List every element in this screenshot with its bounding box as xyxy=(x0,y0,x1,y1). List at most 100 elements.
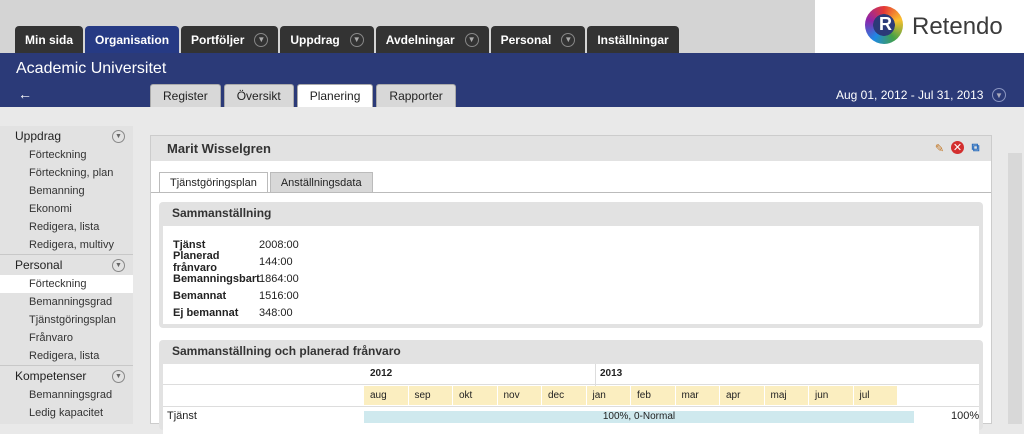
panel-header: Marit Wisselgren ✎ ✕ ⧉ xyxy=(151,136,991,161)
summary-row: Tjänst 2008:00 xyxy=(163,236,979,253)
nav-tab-label: Inställningar xyxy=(597,32,669,47)
summary-label: Bemannat xyxy=(173,289,227,302)
sidebar-item[interactable]: Bemanning xyxy=(0,182,133,200)
timeline-title: Sammanställning och planerad frånvaro xyxy=(172,344,401,358)
sidebar-item[interactable]: Förteckning xyxy=(0,275,133,293)
top-navigation: Min sida Organisation Portföljer ▼ Uppdrag ▼ A… xyxy=(0,0,1024,53)
summary-label: Planerad frånvaro xyxy=(173,249,220,274)
timeline-box: Sammanställning och planerad frånvaro 20… xyxy=(159,340,983,434)
sub-tab[interactable]: Register xyxy=(150,84,221,107)
sidebar-item[interactable]: Förteckning, plan xyxy=(0,164,133,182)
chevron-down-icon[interactable]: ▼ xyxy=(112,369,125,383)
date-range-chevron-icon[interactable]: ▼ xyxy=(992,88,1006,102)
chevron-down-icon[interactable]: ▼ xyxy=(254,32,269,47)
month-cell: jun xyxy=(809,386,854,405)
month-cell: okt xyxy=(453,386,498,405)
month-cell: aug xyxy=(364,386,409,405)
panel-tab[interactable]: Tjänstgöringsplan xyxy=(159,172,268,192)
logo-text: Retendo xyxy=(912,13,1003,40)
chevron-down-icon[interactable]: ▼ xyxy=(349,32,364,47)
summary-label: Bemanningsbart xyxy=(173,272,260,285)
nav-tab[interactable]: Avdelningar ▼ xyxy=(375,26,489,53)
logo: R Retendo xyxy=(815,0,1024,53)
sub-tab[interactable]: Planering xyxy=(296,84,374,107)
nav-tab-label: Min sida xyxy=(25,32,74,47)
sub-tabs: Register Översikt Planering Rapporter xyxy=(150,84,459,107)
panel-tabs: Tjänstgöringsplan Anställningsdata xyxy=(159,172,375,192)
nav-tab[interactable]: Personal ▼ xyxy=(490,26,586,53)
sidebar: Uppdrag ▼ Förteckning Förteckning, plan Bema… xyxy=(0,126,133,424)
chevron-down-icon[interactable]: ▼ xyxy=(112,129,125,143)
nav-tab[interactable]: Inställningar xyxy=(587,26,679,53)
sidebar-item[interactable]: Bemanningsgrad xyxy=(0,293,133,311)
sidebar-group[interactable]: Uppdrag ▼ xyxy=(0,126,133,146)
panel-tab[interactable]: Anställningsdata xyxy=(269,172,373,192)
sidebar-item[interactable]: Redigera, lista xyxy=(0,218,133,236)
sidebar-group-label: Uppdrag xyxy=(15,129,62,143)
org-name: Academic Universitet xyxy=(16,60,167,77)
row-label: Tjänst xyxy=(167,410,197,422)
sidebar-item[interactable]: Ekonomi xyxy=(0,200,133,218)
summary-row: Bemannat 1516:00 xyxy=(163,287,979,304)
back-arrow-icon[interactable]: ← xyxy=(18,86,32,102)
year-label: 2012 xyxy=(370,368,393,379)
sub-tab[interactable]: Rapporter xyxy=(376,84,456,107)
month-cell: apr xyxy=(720,386,765,405)
nav-tab-label: Uppdrag xyxy=(290,32,340,47)
service-bar[interactable]: 100%, 0-Normal xyxy=(364,411,914,423)
summary-value: 1864:00 xyxy=(259,272,299,285)
year-label: 2013 xyxy=(600,368,623,379)
summary-box: Sammanställning Tjänst 2008:00 Planerad fr… xyxy=(159,202,983,328)
month-cell: nov xyxy=(497,386,542,405)
person-name: Marit Wisselgren xyxy=(167,141,271,156)
summary-value: 348:00 xyxy=(259,306,293,319)
summary-row: Bemanningsbart 1864:00 xyxy=(163,270,979,287)
sidebar-group-label: Kompetenser xyxy=(15,369,87,383)
sidebar-group-label: Personal xyxy=(15,258,63,272)
sidebar-group[interactable]: Personal ▼ xyxy=(0,254,133,275)
person-panel: Marit Wisselgren ✎ ✕ ⧉ Tjänstgöringsplan… xyxy=(150,135,992,434)
main-tabs: Min sida Organisation Portföljer ▼ Uppdrag ▼ A… xyxy=(15,26,681,53)
nav-tab-label: Portföljer xyxy=(191,32,245,47)
nav-tab[interactable]: Uppdrag ▼ xyxy=(280,26,374,53)
chevron-down-icon[interactable]: ▼ xyxy=(561,32,576,47)
month-header: aug sep okt nov dec jan feb mar apr maj jun jul xyxy=(364,386,898,405)
summary-title: Sammanställning xyxy=(172,206,272,220)
edit-pencil-icon[interactable]: ✎ xyxy=(932,141,947,156)
date-range[interactable]: Aug 01, 2012 - Jul 31, 2013 xyxy=(836,88,983,102)
sidebar-item[interactable]: Redigera, lista xyxy=(0,347,133,365)
scrollbar[interactable] xyxy=(1008,153,1022,424)
summary-value: 2008:00 xyxy=(259,238,299,251)
sub-tab[interactable]: Översikt xyxy=(223,84,294,107)
summary-value: 1516:00 xyxy=(259,289,299,302)
delete-icon[interactable]: ✕ xyxy=(951,141,964,154)
month-cell: sep xyxy=(408,386,453,405)
sidebar-item[interactable]: Redigera, multivy xyxy=(0,236,133,254)
sidebar-item[interactable]: Ledig kapacitet xyxy=(0,404,133,422)
month-cell: feb xyxy=(631,386,676,405)
summary-label: Ej bemannat xyxy=(173,306,239,319)
window-popout-icon[interactable]: ⧉ xyxy=(968,141,983,156)
nav-tab-label: Avdelningar xyxy=(385,32,455,47)
month-cell: maj xyxy=(764,386,809,405)
chevron-down-icon[interactable]: ▼ xyxy=(464,32,479,47)
sidebar-item[interactable]: Förteckning xyxy=(0,146,133,164)
month-cell: jan xyxy=(586,386,631,405)
month-cell: jul xyxy=(853,386,898,405)
nav-tab[interactable]: Portföljer ▼ xyxy=(181,26,279,53)
sidebar-item[interactable]: Bemanningsgrad xyxy=(0,386,133,404)
month-cell: mar xyxy=(675,386,720,405)
summary-row: Planerad frånvaro 144:00 xyxy=(163,250,979,274)
sidebar-group[interactable]: Kompetenser ▼ xyxy=(0,365,133,386)
nav-tab-label: Personal xyxy=(500,32,552,47)
nav-tab[interactable]: Organisation xyxy=(85,26,180,53)
org-header: Academic Universitet ← Register Översikt P… xyxy=(0,53,1024,107)
sidebar-item[interactable]: Frånvaro xyxy=(0,329,133,347)
nav-tab[interactable]: Min sida xyxy=(15,26,84,53)
chevron-down-icon[interactable]: ▼ xyxy=(112,258,125,272)
summary-value: 144:00 xyxy=(259,255,293,268)
sidebar-item[interactable]: Tjänstgöringsplan xyxy=(0,311,133,329)
row-total: 100% xyxy=(951,410,980,422)
summary-row: Ej bemannat 348:00 xyxy=(163,304,979,321)
retendo-logo-icon: R xyxy=(865,6,903,44)
